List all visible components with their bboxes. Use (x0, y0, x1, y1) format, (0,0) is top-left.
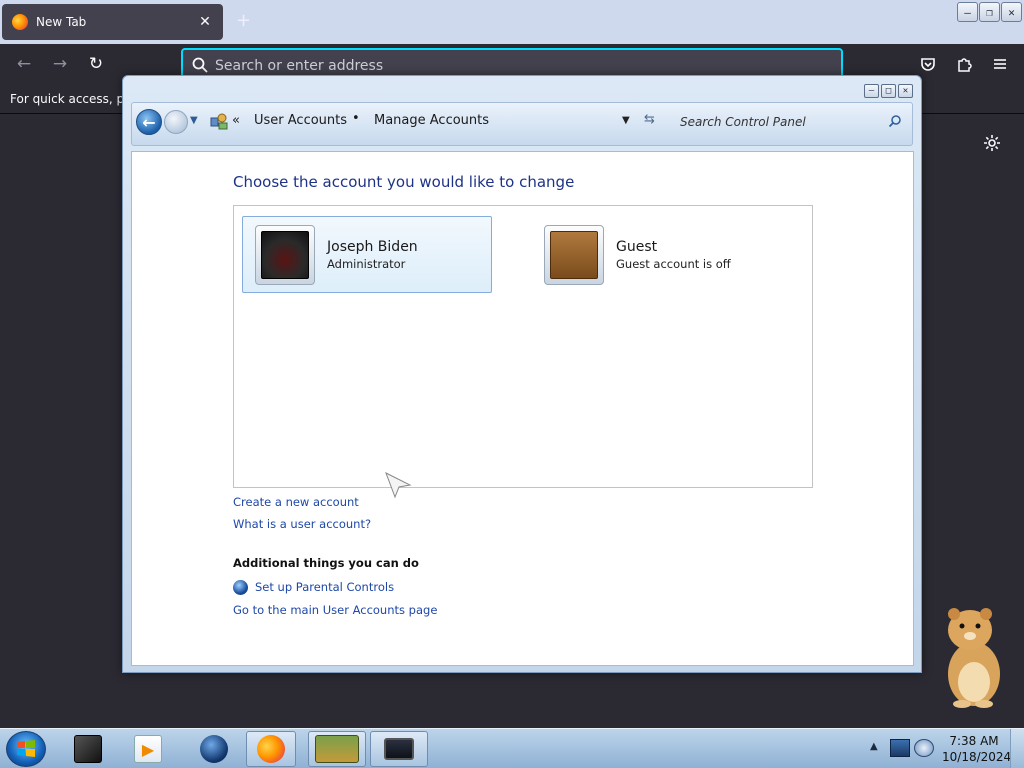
taskbar-media-player[interactable]: ▶ (120, 731, 176, 767)
box-game-icon (315, 735, 359, 763)
maximize-icon[interactable]: □ (881, 84, 896, 98)
dark-box-icon (74, 735, 102, 763)
taskbar-firefox[interactable] (246, 731, 296, 767)
reload-icon[interactable]: ↻ (86, 54, 106, 74)
minimize-icon[interactable]: – (864, 84, 879, 98)
account-tile-joseph-biden[interactable]: Joseph Biden Administrator (242, 216, 492, 293)
windows-logo-icon (17, 740, 35, 757)
main-user-accounts-link[interactable]: Go to the main User Accounts page (233, 603, 437, 617)
taskbar-globe-app[interactable] (186, 731, 242, 767)
cp-search-box[interactable] (674, 110, 908, 134)
show-hidden-icons-icon[interactable]: ▲ (870, 741, 878, 752)
url-input[interactable] (215, 56, 815, 76)
account-tile-guest[interactable]: Guest Guest account is off (532, 216, 782, 293)
extensions-icon[interactable] (954, 54, 974, 74)
hamburger-menu-icon[interactable] (990, 54, 1010, 74)
close-tab-icon[interactable]: ✕ (197, 14, 213, 30)
cp-content-pane: Choose the account you would like to cha… (131, 151, 914, 666)
taskbar-app-dark-box[interactable] (60, 731, 116, 767)
additional-heading: Additional things you can do (233, 556, 419, 570)
forward-arrow-icon[interactable]: → (50, 54, 70, 74)
mouse-pointer-icon (385, 471, 412, 499)
breadcrumb-user-accounts[interactable]: User Accounts (254, 113, 347, 128)
restore-icon[interactable]: ❐ (979, 2, 1000, 22)
forward-arrow-icon[interactable] (164, 110, 188, 134)
refresh-icon[interactable]: ⇆ (644, 112, 655, 127)
globe-icon (200, 735, 228, 763)
system-tray: ▲ (864, 729, 942, 768)
what-is-user-account-link[interactable]: What is a user account? (233, 517, 371, 531)
clock-date: 10/18/2024 (942, 750, 1012, 764)
back-arrow-icon[interactable]: ← (136, 109, 162, 135)
hamster-desktop-pet-icon (948, 608, 1000, 708)
tab-title: New Tab (36, 15, 87, 29)
taskbar-monitor-app[interactable] (370, 731, 428, 767)
taskbar: ▶ ▲ 7:38 AM 10/18/2024 (0, 728, 1024, 768)
cp-window-controls: – □ ✕ (864, 84, 913, 98)
dark-screen-avatar-icon (261, 230, 309, 279)
back-arrow-icon[interactable]: ← (14, 54, 34, 74)
firefox-icon (12, 14, 28, 30)
gear-icon[interactable] (982, 133, 1004, 155)
media-player-icon: ▶ (134, 735, 162, 763)
new-tab-button[interactable]: + (236, 10, 251, 31)
create-account-link[interactable]: Create a new account (233, 495, 359, 509)
taskbar-box-game[interactable] (308, 731, 366, 767)
close-window-icon[interactable]: ✕ (1001, 2, 1022, 22)
breadcrumb-separator: • (352, 111, 360, 126)
volume-icon[interactable] (914, 739, 934, 757)
clock-time: 7:38 AM (949, 734, 999, 748)
account-role: Administrator (327, 256, 406, 271)
search-icon[interactable] (888, 114, 902, 128)
accounts-list: Joseph Biden Administrator Guest Guest a… (233, 205, 813, 488)
show-desktop-button[interactable] (1010, 729, 1024, 768)
start-button[interactable] (6, 731, 46, 767)
pocket-icon[interactable] (918, 54, 938, 74)
browser-window-controls: – ❐ ✕ (957, 2, 1022, 22)
breadcrumb-manage-accounts[interactable]: Manage Accounts (374, 113, 489, 128)
taskbar-clock[interactable]: 7:38 AM 10/18/2024 (942, 733, 1012, 765)
control-panel-window: – □ ✕ ← ▼ « User Accounts • Manage Accou… (122, 75, 922, 673)
recent-pages-dropdown-icon[interactable]: ▼ (190, 115, 198, 126)
minimize-icon[interactable]: – (957, 2, 978, 22)
cp-address-toolbar: ← ▼ « User Accounts • Manage Accounts ▼ … (131, 102, 913, 146)
network-icon[interactable] (890, 739, 910, 757)
control-panel-icon (210, 113, 228, 130)
breadcrumb-overflow[interactable]: « (232, 113, 240, 128)
address-history-dropdown-icon[interactable]: ▼ (622, 115, 630, 126)
avatar (255, 224, 315, 285)
account-name: Guest (616, 238, 658, 255)
search-icon (192, 57, 208, 73)
firefox-icon (257, 735, 285, 763)
account-name: Joseph Biden (327, 238, 418, 255)
search-input[interactable] (674, 110, 908, 134)
parental-controls-link[interactable]: Set up Parental Controls (255, 580, 394, 594)
avatar (544, 224, 604, 285)
briefcase-avatar-icon (550, 230, 598, 279)
browser-tab-strip: New Tab ✕ + – ❐ ✕ (0, 0, 1024, 44)
page-title: Choose the account you would like to cha… (233, 173, 575, 191)
globe-icon (233, 580, 248, 595)
tab-new-tab[interactable]: New Tab ✕ (2, 4, 223, 40)
close-window-icon[interactable]: ✕ (898, 84, 913, 98)
monitor-icon (384, 738, 414, 760)
account-role: Guest account is off (616, 256, 731, 271)
